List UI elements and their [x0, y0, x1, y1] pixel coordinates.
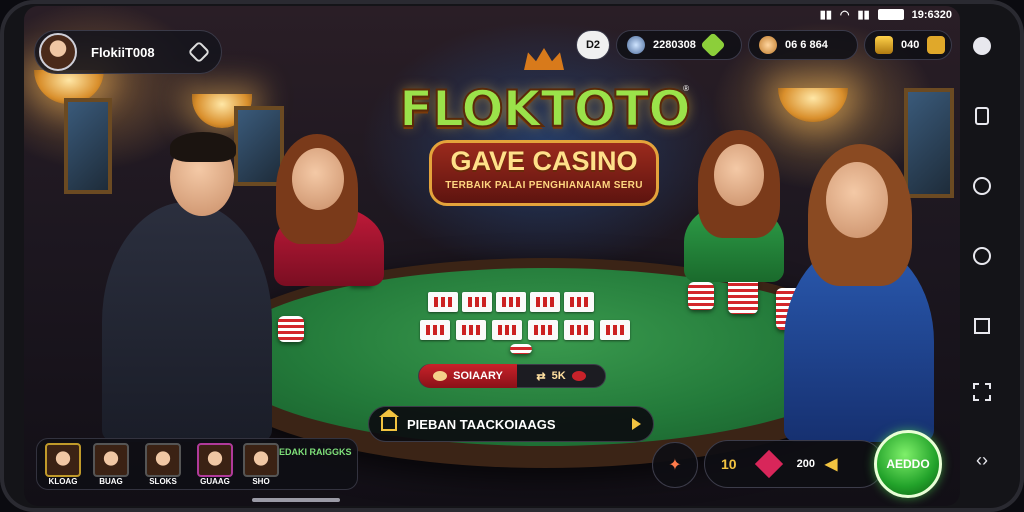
bet-left-label: SOIAARY [453, 370, 503, 382]
crown-icon [524, 48, 564, 70]
status-bar: ▮▮ ◠ ▮▮ 19:6320 [819, 8, 952, 22]
avatar[interactable] [39, 33, 77, 71]
chat-icon [973, 177, 991, 195]
player-name: SHO [252, 477, 270, 486]
wall-picture-left [64, 98, 112, 194]
face-icon [759, 36, 777, 54]
bet-bar[interactable]: SOIAARY ⇄ 5K [418, 364, 606, 388]
battery-icon [877, 9, 904, 20]
chip-stack [510, 344, 532, 354]
signal-icon: ▮▮ [819, 9, 832, 21]
player-card[interactable]: SLOKS [141, 443, 185, 486]
chip-icon [571, 371, 586, 381]
logo-subtitle: GAVE CASINO [450, 146, 638, 176]
profile-pill[interactable]: FlokiiT008 [34, 30, 222, 74]
bet-right[interactable]: ⇄ 5K [517, 370, 605, 383]
emote-button[interactable]: ✦ [652, 442, 698, 488]
treasure-icon [875, 36, 893, 54]
emote-icon: ✦ [668, 457, 682, 474]
player-card[interactable]: SHO [239, 443, 283, 486]
player-head [714, 144, 764, 206]
go-button[interactable]: AEDDO [874, 430, 942, 498]
back-button[interactable]: ‹› [970, 448, 994, 472]
nav-rail: ‹› [962, 24, 1002, 494]
chip-stack [688, 282, 714, 310]
player-name: BUAG [99, 477, 123, 486]
play-icon[interactable] [632, 418, 641, 430]
play-action-bar[interactable]: PIEBAN TAACKOIAAGS [368, 406, 654, 442]
coins-pill[interactable]: 2280308 [616, 30, 742, 60]
power-button[interactable] [970, 34, 994, 58]
coins-value: 2280308 [653, 39, 696, 51]
logo-title: FLOKTOTO [398, 79, 692, 139]
home-icon [379, 409, 399, 431]
player-head [826, 162, 888, 238]
share-icon [975, 107, 989, 125]
wifi-icon: ◠ [839, 9, 850, 21]
wallet-left-value: 10 [721, 456, 737, 472]
coin-icon [627, 36, 645, 54]
player-head [292, 148, 344, 210]
action-label: PIEBAN TAACKOIAAGS [407, 416, 556, 432]
recents-button[interactable] [970, 314, 994, 338]
avatar[interactable] [197, 443, 233, 477]
chandelier-right [778, 88, 848, 122]
player-name: SLOKS [149, 477, 177, 486]
gold-value: 040 [901, 39, 920, 51]
players-status: EDAKI RAIGGKS [279, 447, 352, 457]
avatar[interactable] [93, 443, 129, 477]
gem-icon [754, 449, 783, 479]
add-coins-icon[interactable] [700, 32, 726, 58]
bet-right-label: 5K [551, 370, 566, 382]
wallet-amount: 200 [796, 458, 815, 470]
cellular-icon: ▮▮ [857, 9, 870, 21]
dealer-hair [170, 132, 236, 162]
player-card[interactable]: GUAAG [193, 443, 237, 486]
link-icon[interactable] [187, 40, 211, 64]
gold-pill[interactable]: 040 [864, 30, 952, 60]
wallet-pill[interactable]: 10 200 ◀ [704, 440, 884, 488]
grid-icon [973, 383, 991, 401]
profile-username: FlokiiT008 [91, 44, 155, 60]
split-screen-button[interactable] [970, 380, 994, 404]
player-name: KLOAG [48, 477, 78, 486]
square-icon [974, 318, 990, 334]
home-nav-button[interactable] [970, 244, 994, 268]
bet-arrows-icon: ⇄ [536, 370, 546, 383]
hearts-value: 06 6 864 [785, 39, 828, 51]
avatar[interactable] [145, 443, 181, 477]
game-logo: FLOKTOTO ® GAVE CASINO TERBAIK PALAI PEN… [398, 48, 692, 214]
logo-tagline: TERBAIK PALAI PENGHIANAIAM SERU [445, 180, 643, 191]
hearts-pill[interactable]: 06 6 864 [748, 30, 858, 60]
gold-box-icon[interactable] [927, 36, 946, 54]
go-button-label: AEDDO [886, 457, 930, 471]
bet-left[interactable]: SOIAARY [419, 364, 517, 388]
dealer-man [102, 202, 272, 442]
back-arrows-icon: ‹› [976, 449, 988, 470]
circle-home-icon [973, 247, 991, 265]
gesture-bar[interactable] [252, 498, 340, 502]
chat-button[interactable] [970, 174, 994, 198]
status-time: 19:6320 [911, 8, 952, 21]
chip-icon [433, 371, 448, 381]
players-strip: KLOAG BUAG SLOKS GUAAG SHO EDAKI RAIGGKS [36, 438, 358, 490]
player-card[interactable]: BUAG [89, 443, 133, 486]
share-button[interactable] [970, 104, 994, 128]
level-badge[interactable]: D2 [576, 30, 610, 60]
power-icon [973, 37, 991, 55]
avatar[interactable] [45, 443, 81, 477]
level-value: D2 [585, 39, 601, 51]
chip-stack [278, 316, 304, 342]
player-name: GUAAG [200, 477, 230, 486]
player-card[interactable]: KLOAG [41, 443, 85, 486]
device-frame: FLOKTOTO ® GAVE CASINO TERBAIK PALAI PEN… [0, 0, 1024, 512]
registered-mark: ® [683, 84, 689, 93]
arrow-left-icon[interactable]: ◀ [825, 454, 837, 474]
avatar[interactable] [243, 443, 279, 477]
wall-picture-right [904, 88, 954, 198]
